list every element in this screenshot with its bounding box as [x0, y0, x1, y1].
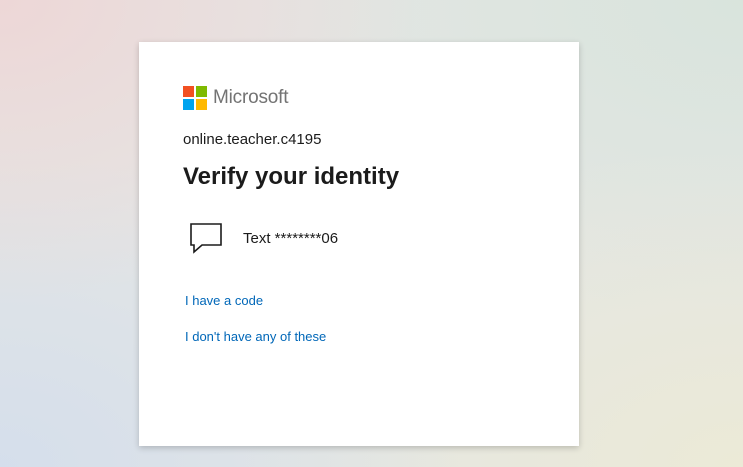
chat-bubble-icon [190, 223, 222, 254]
verify-option-text[interactable]: Text ********06 [189, 222, 338, 254]
account-username: online.teacher.c4195 [183, 131, 322, 148]
logo-square-yellow [196, 99, 207, 110]
logo-square-blue [183, 99, 194, 110]
microsoft-brand: Microsoft [183, 86, 288, 110]
logo-square-red [183, 86, 194, 97]
page-title: Verify your identity [183, 163, 400, 190]
microsoft-logo-icon [183, 86, 207, 110]
logo-square-green [196, 86, 207, 97]
sign-in-card: Microsoft online.teacher.c4195 Verify yo… [139, 42, 579, 446]
no-options-link[interactable]: I don't have any of these [185, 329, 326, 344]
verify-option-label: Text ********06 [243, 229, 339, 247]
have-code-link[interactable]: I have a code [185, 293, 263, 308]
brand-name: Microsoft [213, 87, 289, 108]
